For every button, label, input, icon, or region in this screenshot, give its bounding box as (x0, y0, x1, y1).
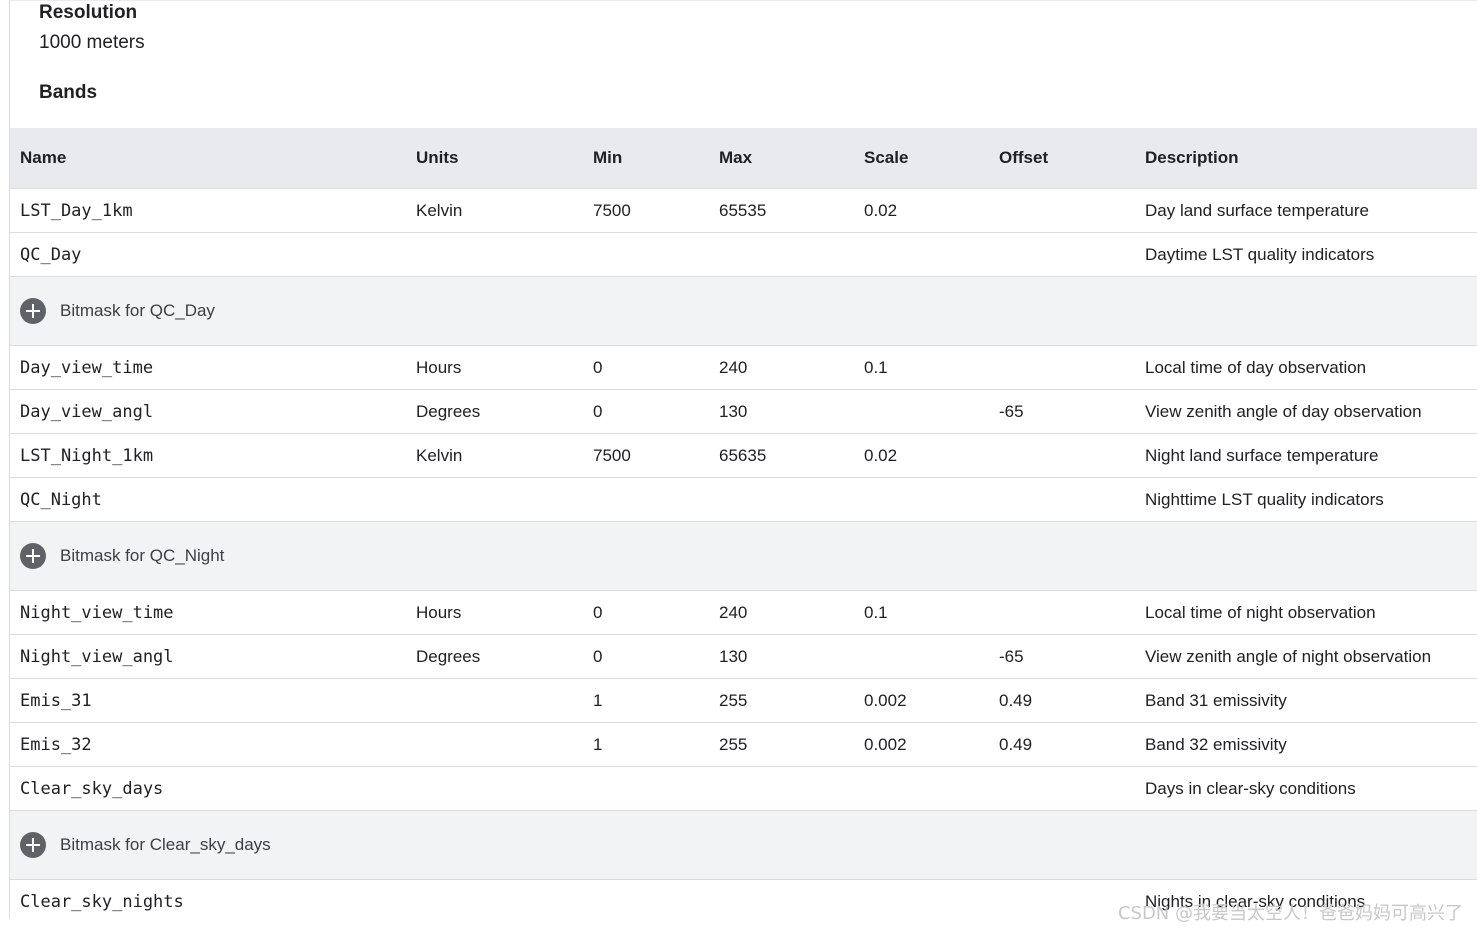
cell-max: 130 (719, 646, 748, 666)
cell-description: Nighttime LST quality indicators (1145, 489, 1384, 509)
cell-max: 240 (719, 602, 748, 622)
cell-description: Band 31 emissivity (1145, 690, 1287, 710)
cell-name: QC_Day (20, 244, 82, 265)
cell-max: 255 (719, 734, 748, 754)
cell-description: Days in clear-sky conditions (1145, 778, 1356, 798)
table-body: LST_Day_1km Kelvin 7500 65535 0.02 Day land s… (10, 189, 1477, 919)
cell-units: Degrees (416, 646, 481, 666)
cell-units: Degrees (416, 401, 481, 421)
cell-min: 0 (593, 401, 603, 421)
cell-units: Hours (416, 602, 462, 622)
column-header-min: Min (593, 148, 623, 167)
cell-min: 0 (593, 602, 603, 622)
dataset-page: Resolution 1000 meters Bands Name Units … (9, 0, 1477, 919)
table-row: Night_view_time Hours 0 240 0.1 Local time of… (10, 591, 1477, 635)
column-header-description: Description (1145, 148, 1239, 167)
bands-heading: Bands (39, 82, 98, 103)
column-header-name: Name (20, 148, 67, 167)
cell-scale: 0.1 (864, 602, 888, 622)
cell-max: 65535 (719, 200, 767, 220)
cell-max: 255 (719, 690, 748, 710)
column-header-scale: Scale (864, 148, 909, 167)
column-header-offset: Offset (999, 148, 1049, 167)
table-row: LST_Day_1km Kelvin 7500 65535 0.02 Day land s… (10, 189, 1477, 233)
cell-offset: -65 (999, 646, 1024, 666)
bitmask-row[interactable]: Bitmask for QC_Day (10, 277, 1477, 346)
cell-name: Day_view_angl (20, 401, 154, 422)
expand-plus-icon[interactable] (20, 543, 46, 569)
cell-max: 240 (719, 357, 748, 377)
cell-name: Emis_31 (20, 690, 92, 711)
cell-units: Hours (416, 357, 462, 377)
table-row: Emis_31 1 255 0.002 0.49 Band 31 emissivity (10, 679, 1477, 723)
bands-table: Name Units Min Max Scale Offset Descript… (10, 128, 1477, 919)
cell-name: Night_view_angl (20, 646, 174, 667)
bitmask-row[interactable]: Bitmask for Clear_sky_days (10, 811, 1477, 880)
column-header-max: Max (719, 148, 753, 167)
table-row: Emis_32 1 255 0.002 0.49 Band 32 emissivity (10, 723, 1477, 767)
table-row: QC_Day Daytime LST quality indicators (10, 233, 1477, 277)
cell-scale: 0.02 (864, 200, 898, 220)
table-row: Night_view_angl Degrees 0 130 -65 View zenith… (10, 635, 1477, 679)
cell-description: Night land surface temperature (1145, 445, 1379, 465)
cell-scale: 0.002 (864, 734, 907, 754)
bitmask-row[interactable]: Bitmask for QC_Night (10, 522, 1477, 591)
table-row: LST_Night_1km Kelvin 7500 65635 0.02 Night la… (10, 434, 1477, 478)
table-row: Clear_sky_days Days in clear-sky conditio… (10, 767, 1477, 811)
cell-scale: 0.002 (864, 690, 907, 710)
cell-name: Emis_32 (20, 734, 92, 755)
cell-name: Day_view_time (20, 357, 154, 378)
cell-description: Band 32 emissivity (1145, 734, 1287, 754)
cell-name: QC_Night (20, 489, 102, 510)
cell-min: 1 (593, 690, 603, 710)
cell-min: 0 (593, 357, 603, 377)
table-row: Day_view_time Hours 0 240 0.1 Local time of d… (10, 346, 1477, 390)
cell-max: 65635 (719, 445, 767, 465)
cell-offset: -65 (999, 401, 1024, 421)
column-header-units: Units (416, 148, 459, 167)
cell-description: View zenith angle of night observation (1145, 646, 1432, 666)
cell-scale: 0.02 (864, 445, 898, 465)
cell-name: Clear_sky_nights (20, 891, 184, 912)
table-row: QC_Night Nighttime LST quality indicators (10, 478, 1477, 522)
cell-min: 0 (593, 646, 603, 666)
table-row: Day_view_angl Degrees 0 130 -65 View zenith a… (10, 390, 1477, 434)
cell-name: LST_Night_1km (20, 445, 154, 466)
cell-min: 7500 (593, 200, 631, 220)
watermark: CSDN @我要当太空人！爸爸妈妈可高兴了 (1117, 903, 1463, 924)
bitmask-label: Bitmask for Clear_sky_days (60, 835, 271, 854)
cell-description: Daytime LST quality indicators (1145, 244, 1375, 264)
cell-description: Day land surface temperature (1145, 200, 1369, 220)
resolution-value: 1000 meters (39, 32, 145, 53)
cell-units: Kelvin (416, 445, 463, 465)
cell-description: View zenith angle of day observation (1145, 401, 1422, 421)
expand-plus-icon[interactable] (20, 298, 46, 324)
cell-offset: 0.49 (999, 690, 1033, 710)
cell-max: 130 (719, 401, 748, 421)
cell-name: Night_view_time (20, 602, 174, 623)
bitmask-label: Bitmask for QC_Day (60, 301, 215, 320)
cell-description: Local time of day observation (1145, 357, 1367, 377)
cell-name: LST_Day_1km (20, 200, 133, 221)
cell-scale: 0.1 (864, 357, 888, 377)
bitmask-label: Bitmask for QC_Night (60, 546, 225, 565)
cell-min: 7500 (593, 445, 631, 465)
cell-description: Local time of night observation (1145, 602, 1376, 622)
cell-name: Clear_sky_days (20, 778, 164, 799)
table-header: Name Units Min Max Scale Offset Descript… (10, 128, 1477, 189)
cell-min: 1 (593, 734, 603, 754)
cell-offset: 0.49 (999, 734, 1033, 754)
cell-units: Kelvin (416, 200, 463, 220)
expand-plus-icon[interactable] (20, 832, 46, 858)
resolution-heading: Resolution (39, 2, 138, 23)
